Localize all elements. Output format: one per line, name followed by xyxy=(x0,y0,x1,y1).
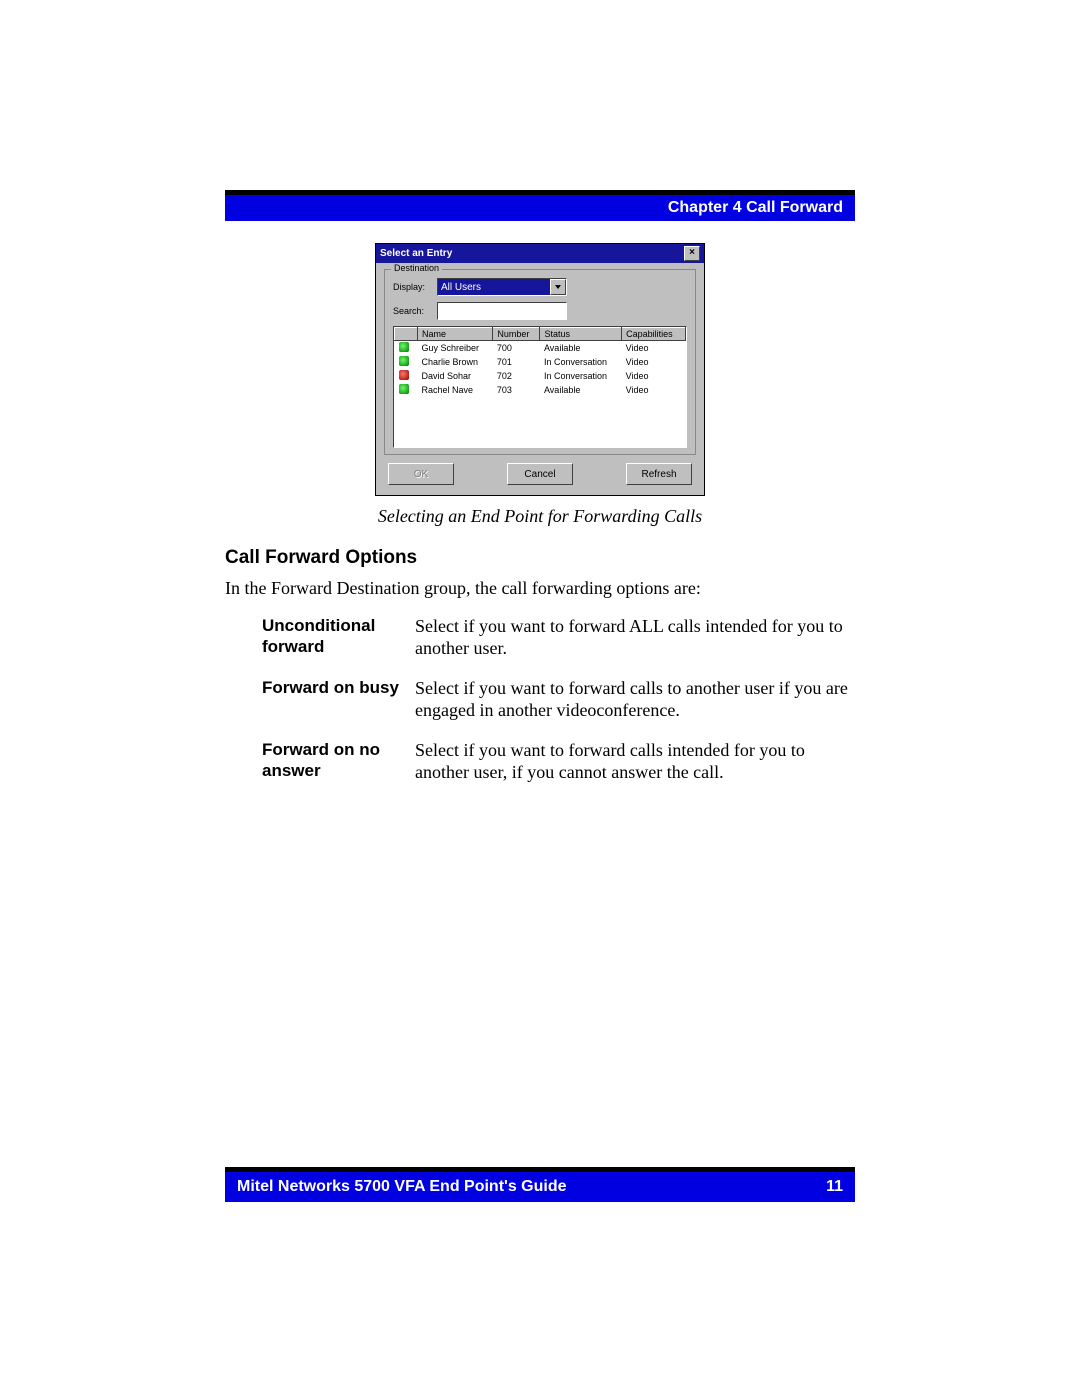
presence-icon xyxy=(399,342,409,352)
col-status[interactable]: Status xyxy=(540,328,622,341)
presence-icon xyxy=(399,370,409,380)
chevron-down-icon[interactable] xyxy=(550,279,566,295)
display-combo[interactable]: All Users xyxy=(437,278,567,296)
table-row[interactable]: Rachel Nave 703 Available Video xyxy=(395,383,686,397)
dialog-button-row: OK Cancel Refresh xyxy=(384,455,696,487)
dialog-titlebar: Select an Entry × xyxy=(376,244,704,263)
search-label: Search: xyxy=(393,306,437,316)
option-term: Forward on busy xyxy=(261,676,414,738)
col-number[interactable]: Number xyxy=(493,328,540,341)
table-row[interactable]: David Sohar 702 In Conversation Video xyxy=(395,369,686,383)
chapter-header: Chapter 4 Call Forward xyxy=(225,195,855,221)
search-input[interactable] xyxy=(437,302,567,320)
page-content: Chapter 4 Call Forward Select an Entry ×… xyxy=(225,190,855,1192)
page-footer: Mitel Networks 5700 VFA End Point's Guid… xyxy=(225,1167,855,1202)
section-heading: Call Forward Options xyxy=(225,547,855,569)
dialog-body: Destination Display: All Users Search: xyxy=(376,263,704,495)
display-label: Display: xyxy=(393,282,437,292)
table-row[interactable]: Charlie Brown 701 In Conversation Video xyxy=(395,355,686,369)
option-desc: Select if you want to forward calls inte… xyxy=(414,738,855,800)
option-term: Forward on no answer xyxy=(261,738,414,800)
close-icon[interactable]: × xyxy=(684,246,700,261)
table-row[interactable]: Guy Schreiber 700 Available Video xyxy=(395,341,686,356)
option-desc: Select if you want to forward calls to a… xyxy=(414,676,855,738)
page-number: 11 xyxy=(826,1178,843,1196)
option-term: Unconditional forward xyxy=(261,614,414,676)
col-capabilities[interactable]: Capabilities xyxy=(622,328,686,341)
group-legend: Destination xyxy=(391,263,442,273)
col-name[interactable]: Name xyxy=(418,328,493,341)
presence-icon xyxy=(399,384,409,394)
presence-icon xyxy=(399,356,409,366)
option-row: Forward on busy Select if you want to fo… xyxy=(261,676,855,738)
dialog-title: Select an Entry xyxy=(380,248,684,259)
section-intro: In the Forward Destination group, the ca… xyxy=(225,577,855,600)
footer-guide-title: Mitel Networks 5700 VFA End Point's Guid… xyxy=(237,1178,826,1196)
refresh-button[interactable]: Refresh xyxy=(626,463,692,485)
option-desc: Select if you want to forward ALL calls … xyxy=(414,614,855,676)
select-entry-dialog: Select an Entry × Destination Display: A… xyxy=(375,243,705,496)
entries-list[interactable]: Name Number Status Capabilities Guy Schr… xyxy=(393,326,687,448)
display-combo-value: All Users xyxy=(438,282,550,293)
options-table: Unconditional forward Select if you want… xyxy=(261,614,855,800)
destination-group: Destination Display: All Users Search: xyxy=(384,269,696,455)
dialog-figure: Select an Entry × Destination Display: A… xyxy=(225,243,855,496)
cancel-button[interactable]: Cancel xyxy=(507,463,573,485)
option-row: Unconditional forward Select if you want… xyxy=(261,614,855,676)
option-row: Forward on no answer Select if you want … xyxy=(261,738,855,800)
figure-caption: Selecting an End Point for Forwarding Ca… xyxy=(225,506,855,527)
ok-button[interactable]: OK xyxy=(388,463,454,485)
